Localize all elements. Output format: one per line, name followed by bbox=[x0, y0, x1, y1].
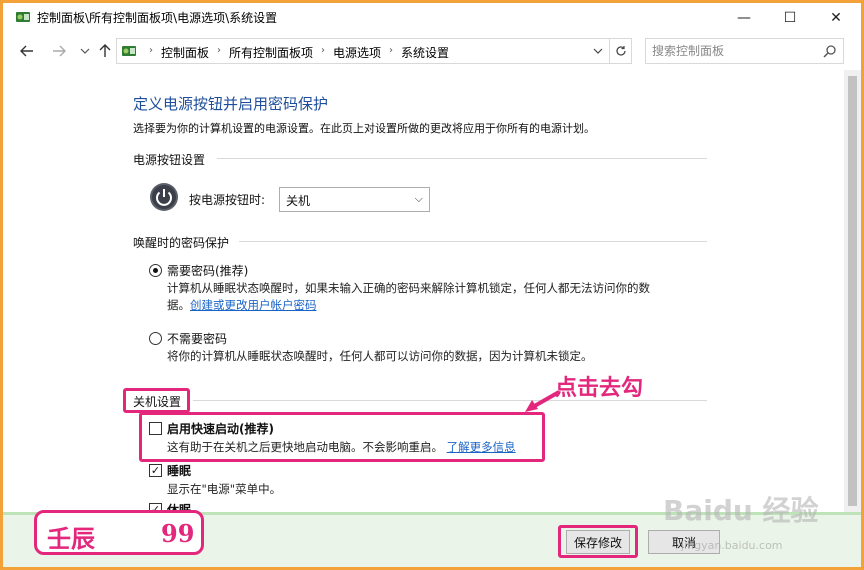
breadcrumb-item[interactable]: 控制面板 bbox=[161, 44, 209, 61]
section-title-shutdown: 关机设置 bbox=[133, 395, 182, 409]
address-row: › 控制面板 › 所有控制面板项 › 电源选项 › 系统设置 bbox=[3, 32, 861, 70]
fast-startup-desc-text: 这有助于在关机之后更快地启动电脑。不会影响重启。 bbox=[167, 440, 443, 454]
page-title: 定义电源按钮并启用密码保护 bbox=[133, 95, 329, 113]
search-box bbox=[645, 38, 844, 64]
power-button-label: 按电源按钮时: bbox=[189, 193, 266, 207]
refresh-icon bbox=[615, 46, 626, 56]
no-password-desc: 将你的计算机从睡眠状态唤醒时，任何人都可以访问你的数据，因为计算机未锁定。 bbox=[167, 349, 593, 363]
page-description: 选择要为你的计算机设置的电源设置。在此页上对设置所做的更改将应用于你所有的电源计… bbox=[133, 122, 595, 135]
back-button[interactable] bbox=[17, 41, 37, 61]
maximize-button[interactable]: ☐ bbox=[767, 3, 813, 32]
control-panel-icon bbox=[122, 46, 136, 56]
chevron-down-icon[interactable] bbox=[593, 42, 603, 60]
require-password-label[interactable]: 需要密码(推荐) bbox=[167, 262, 248, 279]
maximize-icon: ☐ bbox=[783, 9, 797, 26]
breadcrumb-item[interactable]: 系统设置 bbox=[401, 44, 449, 61]
chevron-down-icon bbox=[80, 48, 90, 54]
require-password-desc-2: 据。创建或更改用户帐户密码 bbox=[167, 297, 317, 313]
no-password-radio[interactable] bbox=[149, 332, 162, 345]
recent-dropdown-button[interactable] bbox=[75, 41, 95, 61]
up-button[interactable] bbox=[95, 41, 115, 61]
watermark: Baidu 经验 bbox=[663, 494, 819, 527]
section-title-wake-password: 唤醒时的密码保护 bbox=[133, 236, 230, 250]
change-password-link[interactable]: 创建或更改用户帐户密码 bbox=[190, 298, 317, 312]
section-divider bbox=[217, 158, 707, 159]
address-bar[interactable]: › 控制面板 › 所有控制面板项 › 电源选项 › 系统设置 bbox=[116, 38, 610, 64]
fast-startup-label[interactable]: 启用快速启动(推荐) bbox=[167, 420, 274, 437]
annotation-callout: 点击去勾 bbox=[555, 375, 644, 401]
section-divider bbox=[239, 241, 707, 242]
author-stamp: 壬辰 99 bbox=[34, 510, 204, 555]
minimize-button[interactable]: — bbox=[721, 3, 767, 32]
content-area: 定义电源按钮并启用密码保护 选择要为你的计算机设置的电源设置。在此页上对设置所做… bbox=[3, 70, 861, 517]
sleep-label[interactable]: 睡眠 bbox=[167, 462, 191, 479]
save-button[interactable]: 保存修改 bbox=[566, 530, 630, 554]
forward-button[interactable] bbox=[49, 41, 69, 61]
refresh-button[interactable] bbox=[610, 38, 632, 64]
breadcrumb-separator: › bbox=[217, 45, 222, 56]
annotation-arrow-icon bbox=[525, 390, 560, 412]
sleep-checkbox[interactable]: ✓ bbox=[149, 464, 162, 477]
no-password-label[interactable]: 不需要密码 bbox=[167, 330, 227, 347]
arrow-up-icon bbox=[99, 44, 111, 57]
learn-more-link[interactable]: 了解更多信息 bbox=[447, 440, 516, 454]
arrow-left-icon bbox=[20, 45, 33, 57]
arrow-right-icon bbox=[53, 45, 66, 57]
search-icon[interactable] bbox=[823, 44, 837, 58]
breadcrumb-item[interactable]: 所有控制面板项 bbox=[229, 44, 313, 61]
require-password-desc-prefix: 据。 bbox=[167, 298, 190, 312]
select-value: 关机 bbox=[286, 194, 311, 208]
require-password-radio[interactable] bbox=[149, 264, 162, 277]
breadcrumb: › 控制面板 › 所有控制面板项 › 电源选项 › 系统设置 bbox=[141, 44, 449, 61]
breadcrumb-item[interactable]: 电源选项 bbox=[333, 44, 381, 61]
section-title-power-buttons: 电源按钮设置 bbox=[133, 153, 206, 167]
stamp-text-left: 壬辰 bbox=[47, 524, 95, 553]
require-password-desc: 计算机从睡眠状态唤醒时，如果未输入正确的密码来解除计算机锁定，任何人都无法访问你… bbox=[167, 281, 650, 295]
window: 控制面板\所有控制面板项\电源选项\系统设置 — ☐ ✕ › 控制面板 › 所有… bbox=[3, 3, 861, 567]
search-input[interactable] bbox=[646, 39, 806, 63]
minimize-icon: — bbox=[737, 9, 751, 26]
power-icon bbox=[150, 183, 178, 211]
chevron-down-icon: ⌵ bbox=[414, 192, 423, 205]
window-title: 控制面板\所有控制面板项\电源选项\系统设置 bbox=[37, 11, 278, 25]
breadcrumb-separator: › bbox=[149, 45, 153, 56]
scrollbar[interactable] bbox=[844, 70, 861, 512]
close-button[interactable]: ✕ bbox=[813, 3, 859, 32]
fast-startup-desc: 这有助于在关机之后更快地启动电脑。不会影响重启。 了解更多信息 bbox=[167, 439, 516, 455]
fast-startup-checkbox[interactable] bbox=[149, 422, 162, 435]
power-button-action-select[interactable]: 关机 ⌵ bbox=[279, 187, 430, 212]
breadcrumb-separator: › bbox=[321, 45, 326, 56]
watermark-url: jingyan.baidu.com bbox=[681, 539, 783, 552]
close-icon: ✕ bbox=[830, 9, 842, 26]
stamp-text-right: 99 bbox=[161, 519, 195, 548]
sleep-desc: 显示在"电源"菜单中。 bbox=[167, 482, 282, 496]
breadcrumb-separator: › bbox=[389, 45, 394, 56]
title-bar: 控制面板\所有控制面板项\电源选项\系统设置 — ☐ ✕ bbox=[3, 3, 861, 32]
scrollbar-thumb[interactable] bbox=[848, 76, 857, 506]
control-panel-icon bbox=[16, 12, 30, 22]
